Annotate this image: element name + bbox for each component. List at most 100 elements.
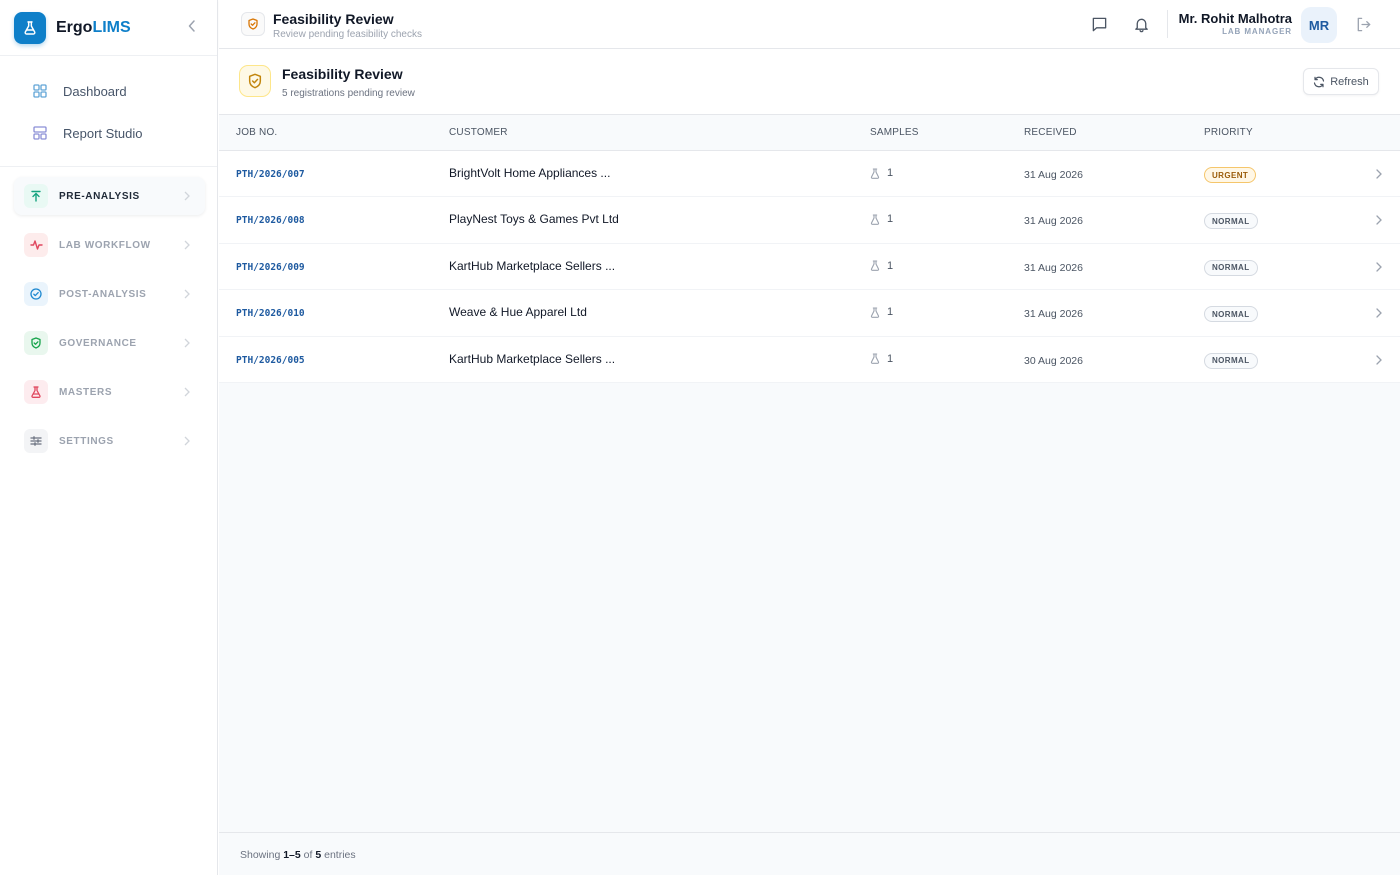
chevron-right-icon[interactable] xyxy=(1375,354,1383,366)
panel-subtitle: 5 registrations pending review xyxy=(282,88,415,99)
sidebar-group-label: POST-ANALYSIS xyxy=(59,288,147,300)
check-circle-icon xyxy=(24,282,48,306)
table-header: JOB NO. CUSTOMER SAMPLES RECEIVED PRIORI… xyxy=(219,115,1400,151)
sidebar-group-post-analysis[interactable]: POST-ANALYSIS xyxy=(14,275,205,313)
flask-icon xyxy=(870,214,880,225)
sidebar-group-label: PRE-ANALYSIS xyxy=(59,190,140,202)
customer-name: KartHub Marketplace Sellers ... xyxy=(449,258,616,273)
received-date: 31 Aug 2026 xyxy=(1024,215,1083,228)
sidebar-item-label: Report Studio xyxy=(63,125,143,141)
chevron-right-icon[interactable] xyxy=(1375,168,1383,180)
panel-header: Feasibility Review 5 registrations pendi… xyxy=(219,49,1400,115)
chevron-right-icon xyxy=(184,387,190,397)
sidebar-group-label: GOVERNANCE xyxy=(59,337,137,349)
divider xyxy=(1167,10,1168,38)
job-number-link[interactable]: PTH/2026/005 xyxy=(236,355,305,366)
table-row[interactable]: PTH/2026/005 KartHub Marketplace Sellers… xyxy=(219,337,1400,383)
flask-logo-icon[interactable] xyxy=(14,11,46,44)
received-date: 31 Aug 2026 xyxy=(1024,308,1083,321)
refresh-button[interactable]: Refresh xyxy=(1303,68,1379,95)
sample-count: 1 xyxy=(870,260,893,272)
flask-icon xyxy=(870,260,880,272)
priority-badge: NORMAL xyxy=(1204,259,1258,276)
sidebar-group-label: SETTINGS xyxy=(59,435,114,447)
shield-icon xyxy=(241,12,265,36)
customer-name: PlayNest Toys & Games Pvt Ltd xyxy=(449,212,619,227)
job-number-link[interactable]: PTH/2026/009 xyxy=(236,262,305,273)
job-number-link[interactable]: PTH/2026/007 xyxy=(236,169,305,180)
received-date: 31 Aug 2026 xyxy=(1024,261,1083,274)
priority-badge: NORMAL xyxy=(1204,352,1258,369)
flask-icon xyxy=(24,380,48,404)
sidebar-group-pre-analysis[interactable]: PRE-ANALYSIS xyxy=(14,177,205,215)
chevron-right-icon[interactable] xyxy=(1375,214,1383,226)
column-header-received[interactable]: RECEIVED xyxy=(1024,127,1077,138)
table-row[interactable]: PTH/2026/010 Weave & Hue Apparel Ltd 1 3… xyxy=(219,290,1400,337)
avatar[interactable]: MR xyxy=(1301,7,1337,43)
sidebar-item-report-studio[interactable]: Report Studio xyxy=(0,112,217,154)
received-date: 31 Aug 2026 xyxy=(1024,169,1083,181)
sample-count: 1 xyxy=(870,167,893,179)
column-header-priority[interactable]: PRIORITY xyxy=(1204,127,1253,138)
table-footer: Showing 1–5 of 5 entries xyxy=(219,832,1400,875)
job-number-link[interactable]: PTH/2026/008 xyxy=(236,215,305,226)
main-content: Feasibility Review 5 registrations pendi… xyxy=(219,49,1400,875)
messages-icon[interactable] xyxy=(1089,14,1109,34)
grid-icon xyxy=(33,84,47,98)
priority-badge: NORMAL xyxy=(1204,213,1258,230)
priority-badge: URGENT xyxy=(1204,167,1257,183)
column-header-samples[interactable]: SAMPLES xyxy=(870,127,919,138)
logout-icon[interactable] xyxy=(1353,14,1373,34)
page-subtitle: Review pending feasibility checks xyxy=(273,29,422,40)
sidebar-item-label: Dashboard xyxy=(63,83,127,99)
column-header-job[interactable]: JOB NO. xyxy=(236,127,277,138)
bell-icon[interactable] xyxy=(1131,14,1151,34)
sample-count: 1 xyxy=(870,353,893,365)
sidebar-group-masters[interactable]: MASTERS xyxy=(14,373,205,411)
chevron-right-icon[interactable] xyxy=(1375,261,1383,273)
chevron-right-icon[interactable] xyxy=(1375,307,1383,319)
customer-name: Weave & Hue Apparel Ltd xyxy=(449,305,587,320)
flask-icon xyxy=(870,307,880,318)
user-role: LAB MANAGER xyxy=(1222,27,1292,36)
priority-badge: NORMAL xyxy=(1204,306,1258,323)
customer-name: KartHub Marketplace Sellers ... xyxy=(449,351,616,366)
refresh-label: Refresh xyxy=(1330,75,1369,88)
chevron-right-icon xyxy=(184,338,190,348)
primary-nav: Dashboard Report Studio xyxy=(0,56,217,167)
column-header-customer[interactable]: CUSTOMER xyxy=(449,127,508,138)
sidebar-group-label: LAB WORKFLOW xyxy=(59,239,151,251)
chevron-right-icon xyxy=(184,191,190,201)
brand-name: ErgoLIMS xyxy=(56,18,131,36)
table-row[interactable]: PTH/2026/009 KartHub Marketplace Sellers… xyxy=(219,244,1400,291)
user-name: Mr. Rohit Malhotra xyxy=(1178,11,1292,26)
chevron-right-icon xyxy=(184,289,190,299)
entries-summary: Showing 1–5 of 5 entries xyxy=(240,849,356,861)
sidebar: ErgoLIMS Dashboard Report Studio PRE-ANA… xyxy=(0,0,218,875)
sample-count: 1 xyxy=(870,306,893,318)
collapse-sidebar-icon[interactable] xyxy=(184,18,200,34)
layout-icon xyxy=(33,126,47,140)
flask-icon xyxy=(870,353,880,364)
customer-name: BrightVolt Home Appliances ... xyxy=(449,166,611,180)
received-date: 30 Aug 2026 xyxy=(1024,354,1083,367)
table-row[interactable]: PTH/2026/008 PlayNest Toys & Games Pvt L… xyxy=(219,197,1400,244)
module-nav: PRE-ANALYSIS LAB WORKFLOW POST-ANALYSIS … xyxy=(0,167,217,460)
sidebar-group-governance[interactable]: GOVERNANCE xyxy=(14,324,205,362)
job-number-link[interactable]: PTH/2026/010 xyxy=(236,308,305,319)
sample-count: 1 xyxy=(870,213,893,225)
sidebar-group-lab-workflow[interactable]: LAB WORKFLOW xyxy=(14,226,205,264)
chevron-right-icon xyxy=(184,240,190,250)
flask-icon xyxy=(870,167,880,179)
table-row[interactable]: PTH/2026/007 BrightVolt Home Appliances … xyxy=(219,151,1400,198)
arrow-up-icon xyxy=(24,184,48,208)
table-body: PTH/2026/007 BrightVolt Home Appliances … xyxy=(219,151,1400,383)
sidebar-group-settings[interactable]: SETTINGS xyxy=(14,422,205,460)
top-bar: Feasibility Review Review pending feasib… xyxy=(219,0,1400,49)
refresh-icon xyxy=(1313,76,1325,88)
shield-check-icon xyxy=(24,331,48,355)
brand: ErgoLIMS xyxy=(0,0,217,56)
sidebar-item-dashboard[interactable]: Dashboard xyxy=(0,70,217,112)
shield-check-icon xyxy=(239,65,271,97)
page-title: Feasibility Review xyxy=(273,11,394,27)
